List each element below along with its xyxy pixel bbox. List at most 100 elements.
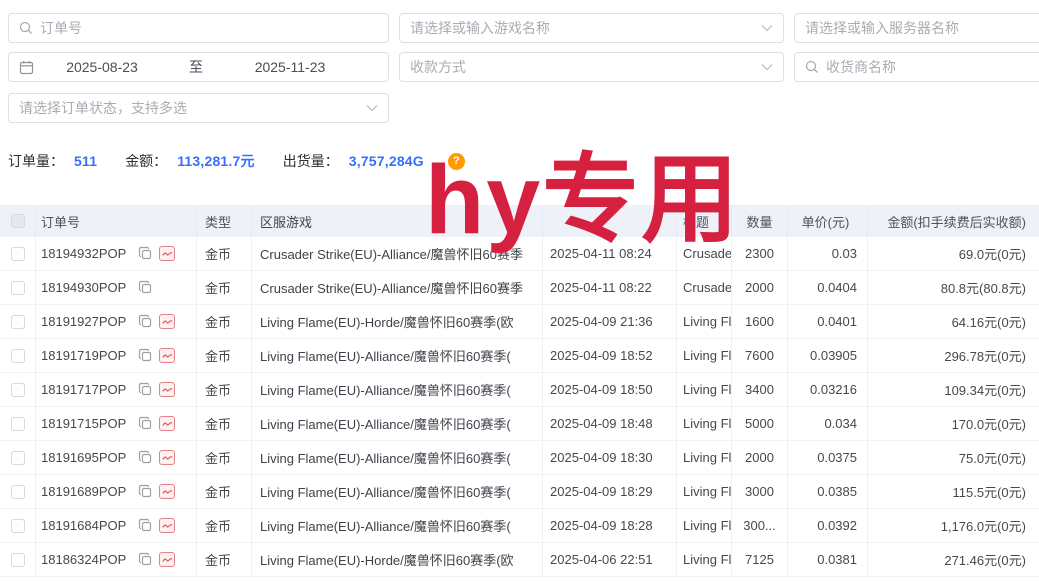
image-icon[interactable]	[159, 484, 175, 499]
row-checkbox[interactable]	[11, 315, 25, 329]
type-cell: 金币	[197, 237, 252, 270]
row-checkbox[interactable]	[11, 519, 25, 533]
game-cell: Living Flame(EU)-Alliance/魔兽怀旧60赛季(	[252, 441, 543, 474]
copy-icon[interactable]	[138, 280, 153, 295]
table-row: 18186324POP 金币 Living Flame(EU)-Horde/魔兽…	[0, 543, 1039, 577]
qty-cell: 3400	[732, 373, 788, 406]
amount-cell: 80.8元(80.8元)	[868, 271, 1039, 304]
time-cell: 2025-04-06 22:51	[543, 543, 677, 576]
game-select[interactable]: 请选择或输入游戏名称	[399, 13, 784, 43]
row-checkbox[interactable]	[11, 417, 25, 431]
image-icon[interactable]	[159, 382, 175, 397]
order-no-text: 18186324POP	[41, 552, 126, 567]
shipment-value: 3,757,284G	[349, 153, 424, 169]
row-checkbox[interactable]	[11, 383, 25, 397]
order-no-cell: 18186324POP	[36, 543, 197, 576]
payment-method-select[interactable]: 收款方式	[399, 52, 784, 82]
order-no-text: 18191689POP	[41, 484, 126, 499]
title-cell: Living Fl	[677, 543, 732, 576]
row-checkbox[interactable]	[11, 281, 25, 295]
game-cell: Crusader Strike(EU)-Alliance/魔兽怀旧60赛季	[252, 237, 543, 270]
date-end-value[interactable]: 2025-11-23	[226, 59, 354, 75]
payment-method-placeholder: 收款方式	[410, 57, 754, 77]
server-input[interactable]: 请选择或输入服务器名称	[794, 13, 1039, 43]
row-checkbox[interactable]	[11, 553, 25, 567]
image-icon[interactable]	[159, 348, 175, 363]
select-all-checkbox[interactable]	[11, 214, 25, 228]
receiver-input[interactable]: 收货商名称	[794, 52, 1039, 82]
title-cell: Crusade	[677, 237, 732, 270]
amount-cell: 115.5元(0元)	[868, 475, 1039, 508]
copy-icon[interactable]	[138, 416, 153, 431]
order-no-placeholder: 订单号	[40, 18, 378, 38]
table-row: 18191719POP 金币 Living Flame(EU)-Alliance…	[0, 339, 1039, 373]
order-no-text: 18191717POP	[41, 382, 126, 397]
calendar-icon	[19, 60, 34, 75]
copy-icon[interactable]	[138, 552, 153, 567]
order-no-text: 18191927POP	[41, 314, 126, 329]
copy-icon[interactable]	[138, 382, 153, 397]
row-checkbox[interactable]	[11, 247, 25, 261]
price-cell: 0.0392	[788, 509, 868, 542]
help-icon[interactable]: ?	[448, 153, 465, 170]
amount-cell: 64.16元(0元)	[868, 305, 1039, 338]
image-icon[interactable]	[159, 552, 175, 567]
game-cell: Crusader Strike(EU)-Alliance/魔兽怀旧60赛季	[252, 271, 543, 304]
row-checkbox[interactable]	[11, 451, 25, 465]
amount-label: 金额：	[125, 151, 167, 171]
game-cell: Living Flame(EU)-Alliance/魔兽怀旧60赛季(	[252, 407, 543, 440]
date-start-value[interactable]: 2025-08-23	[38, 59, 166, 75]
table-row: 18191715POP 金币 Living Flame(EU)-Alliance…	[0, 407, 1039, 441]
title-cell: Living Fl	[677, 509, 732, 542]
price-cell: 0.03	[788, 237, 868, 270]
date-range-picker[interactable]: 2025-08-23 至 2025-11-23	[8, 52, 389, 82]
chevron-down-icon	[761, 24, 773, 32]
time-cell: 2025-04-09 18:48	[543, 407, 677, 440]
amount-cell: 69.0元(0元)	[868, 237, 1039, 270]
copy-icon[interactable]	[138, 348, 153, 363]
time-cell: 2025-04-09 18:52	[543, 339, 677, 372]
order-no-text: 18191719POP	[41, 348, 126, 363]
col-header-order-no: 订单号	[36, 205, 197, 237]
copy-icon[interactable]	[138, 450, 153, 465]
table-row: 18191717POP 金币 Living Flame(EU)-Alliance…	[0, 373, 1039, 407]
order-no-cell: 18191695POP	[36, 441, 197, 474]
qty-cell: 5000	[732, 407, 788, 440]
price-cell: 0.0381	[788, 543, 868, 576]
game-cell: Living Flame(EU)-Horde/魔兽怀旧60赛季(欧	[252, 543, 543, 576]
order-no-input[interactable]: 订单号	[8, 13, 389, 43]
row-checkbox-cell	[0, 509, 36, 542]
image-icon[interactable]	[159, 416, 175, 431]
image-icon[interactable]	[159, 246, 175, 261]
copy-icon[interactable]	[138, 484, 153, 499]
image-icon[interactable]	[159, 518, 175, 533]
copy-icon[interactable]	[138, 246, 153, 261]
time-cell: 2025-04-09 18:29	[543, 475, 677, 508]
type-cell: 金币	[197, 509, 252, 542]
price-cell: 0.0404	[788, 271, 868, 304]
row-checkbox[interactable]	[11, 485, 25, 499]
price-cell: 0.0401	[788, 305, 868, 338]
time-cell: 2025-04-09 18:50	[543, 373, 677, 406]
copy-icon[interactable]	[138, 314, 153, 329]
amount-cell: 1,176.0元(0元)	[868, 509, 1039, 542]
orders-table: 订单号 类型 区服游戏 标题 数量 单价(元) 金额(扣手续费后实收额) 181…	[0, 205, 1039, 577]
amount-cell: 75.0元(0元)	[868, 441, 1039, 474]
image-icon[interactable]	[159, 450, 175, 465]
row-checkbox-cell	[0, 475, 36, 508]
order-count-value: 511	[74, 153, 97, 169]
order-no-cell: 18194930POP	[36, 271, 197, 304]
row-checkbox[interactable]	[11, 349, 25, 363]
type-cell: 金币	[197, 543, 252, 576]
table-body: 18194932POP 金币 Crusader Strike(EU)-Allia…	[0, 237, 1039, 577]
order-no-text: 18194930POP	[41, 280, 126, 295]
image-icon[interactable]	[159, 314, 175, 329]
chevron-down-icon	[366, 104, 378, 112]
chevron-down-icon	[761, 63, 773, 71]
order-status-select[interactable]: 请选择订单状态，支持多选	[8, 93, 389, 123]
copy-icon[interactable]	[138, 518, 153, 533]
price-cell: 0.03905	[788, 339, 868, 372]
type-cell: 金币	[197, 407, 252, 440]
table-header-row: 订单号 类型 区服游戏 标题 数量 单价(元) 金额(扣手续费后实收额)	[0, 205, 1039, 237]
receiver-placeholder: 收货商名称	[826, 57, 1039, 77]
